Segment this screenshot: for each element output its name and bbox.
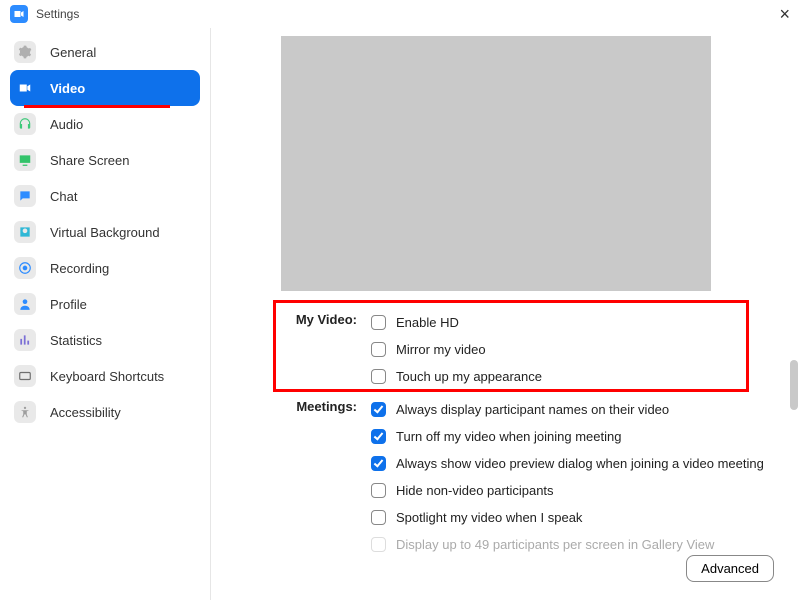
option-label: Touch up my appearance [396, 369, 542, 384]
option-show-preview-dialog[interactable]: Always show video preview dialog when jo… [371, 450, 774, 477]
sidebar-item-label: General [50, 45, 96, 60]
option-spotlight-when-speak[interactable]: Spotlight my video when I speak [371, 504, 774, 531]
sidebar-item-audio[interactable]: Audio [0, 106, 210, 142]
video-settings-panel: My Video: Enable HD Mirror my video Touc… [211, 28, 800, 600]
option-touch-up-appearance[interactable]: Touch up my appearance [371, 363, 774, 390]
checkbox[interactable] [371, 483, 386, 498]
section-label-meetings: Meetings: [281, 396, 357, 558]
my-video-section: My Video: Enable HD Mirror my video Touc… [281, 309, 774, 390]
sidebar-item-keyboard-shortcuts[interactable]: Keyboard Shortcuts [0, 358, 210, 394]
video-preview [281, 36, 711, 291]
option-label: Spotlight my video when I speak [396, 510, 582, 525]
sidebar-item-general[interactable]: General [0, 34, 210, 70]
option-label: Mirror my video [396, 342, 486, 357]
profile-icon [14, 293, 36, 315]
close-icon[interactable]: × [779, 5, 790, 23]
window-title: Settings [36, 7, 79, 21]
headphones-icon [14, 113, 36, 135]
chat-icon [14, 185, 36, 207]
checkbox[interactable] [371, 315, 386, 330]
option-label: Turn off my video when joining meeting [396, 429, 621, 444]
titlebar: Settings × [0, 0, 800, 28]
checkbox[interactable] [371, 456, 386, 471]
option-hide-nonvideo-participants[interactable]: Hide non-video participants [371, 477, 774, 504]
sidebar-item-profile[interactable]: Profile [0, 286, 210, 322]
sidebar-item-label: Keyboard Shortcuts [50, 369, 164, 384]
recording-icon [14, 257, 36, 279]
sidebar-item-statistics[interactable]: Statistics [0, 322, 210, 358]
option-mirror-video[interactable]: Mirror my video [371, 336, 774, 363]
virtual-background-icon [14, 221, 36, 243]
option-display-participant-names[interactable]: Always display participant names on thei… [371, 396, 774, 423]
checkbox [371, 537, 386, 552]
option-enable-hd[interactable]: Enable HD [371, 309, 774, 336]
sidebar-item-label: Virtual Background [50, 225, 160, 240]
sidebar-item-label: Chat [50, 189, 77, 204]
advanced-button[interactable]: Advanced [686, 555, 774, 582]
option-label: Display up to 49 participants per screen… [396, 537, 714, 552]
sidebar-item-virtual-background[interactable]: Virtual Background [0, 214, 210, 250]
statistics-icon [14, 329, 36, 351]
gear-icon [14, 41, 36, 63]
meetings-section: Meetings: Always display participant nam… [281, 396, 774, 558]
sidebar-item-accessibility[interactable]: Accessibility [0, 394, 210, 430]
sidebar-item-recording[interactable]: Recording [0, 250, 210, 286]
checkbox[interactable] [371, 429, 386, 444]
app-icon [10, 5, 28, 23]
sidebar-item-label: Recording [50, 261, 109, 276]
sidebar-item-label: Profile [50, 297, 87, 312]
checkbox[interactable] [371, 342, 386, 357]
sidebar-item-label: Video [50, 81, 85, 96]
share-screen-icon [14, 149, 36, 171]
option-label: Always display participant names on thei… [396, 402, 669, 417]
keyboard-icon [14, 365, 36, 387]
option-label: Always show video preview dialog when jo… [396, 456, 764, 471]
option-49-participants: Display up to 49 participants per screen… [371, 531, 774, 558]
sidebar-item-label: Statistics [50, 333, 102, 348]
scrollbar-thumb[interactable] [790, 360, 798, 410]
sidebar-item-chat[interactable]: Chat [0, 178, 210, 214]
checkbox[interactable] [371, 369, 386, 384]
section-label-my-video: My Video: [281, 309, 357, 390]
sidebar-item-label: Share Screen [50, 153, 130, 168]
option-turn-off-video-joining[interactable]: Turn off my video when joining meeting [371, 423, 774, 450]
video-icon [14, 77, 36, 99]
accessibility-icon [14, 401, 36, 423]
option-label: Hide non-video participants [396, 483, 554, 498]
checkbox[interactable] [371, 402, 386, 417]
sidebar-item-label: Accessibility [50, 405, 121, 420]
sidebar-item-video[interactable]: Video [10, 70, 200, 106]
sidebar-item-share-screen[interactable]: Share Screen [0, 142, 210, 178]
option-label: Enable HD [396, 315, 459, 330]
sidebar-item-label: Audio [50, 117, 83, 132]
checkbox[interactable] [371, 510, 386, 525]
settings-sidebar: General Video Audio Share Screen Chat Vi… [0, 28, 211, 600]
